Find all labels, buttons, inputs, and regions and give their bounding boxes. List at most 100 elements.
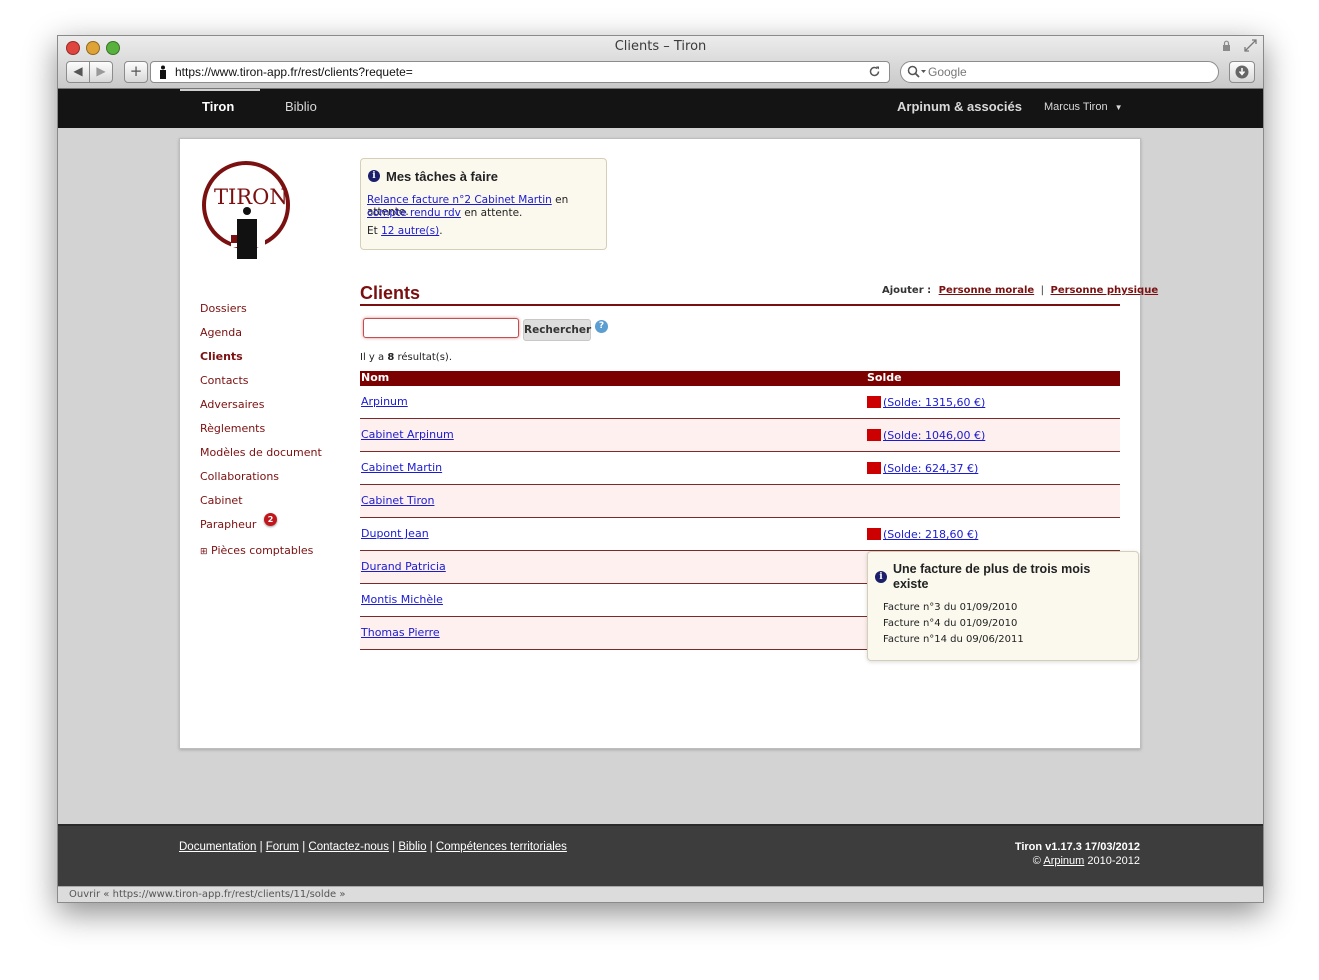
address-bar[interactable]: https://www.tiron-app.fr/rest/clients?re… bbox=[150, 61, 890, 83]
solde-cell: (Solde: 1315,60 €) bbox=[867, 396, 985, 409]
main-content: TIRON Dossiers Agenda Clients Contacts A… bbox=[179, 138, 1158, 749]
svg-text:TIRON: TIRON bbox=[214, 185, 288, 209]
table-row: Cabinet Martin (Solde: 624,37 €) bbox=[360, 452, 1120, 485]
table-row: Dupont Jean (Solde: 218,60 €) bbox=[360, 518, 1120, 551]
tooltip-line: Facture n°14 du 09/06/2011 bbox=[883, 634, 1024, 645]
task-others-prefix: Et bbox=[367, 225, 382, 237]
sidebar-item-adversaires[interactable]: Adversaires bbox=[200, 398, 264, 411]
firm-name[interactable]: Arpinum & associés bbox=[897, 89, 1022, 128]
solde-link[interactable]: (Solde: 624,37 €) bbox=[883, 462, 978, 475]
footer-separator: | bbox=[429, 841, 433, 853]
column-nom: Nom bbox=[361, 371, 390, 384]
client-link[interactable]: Durand Patricia bbox=[361, 560, 446, 573]
sidebar-item-parapheur[interactable]: Parapheur bbox=[200, 518, 256, 531]
lock-icon bbox=[1223, 40, 1230, 51]
client-link[interactable]: Cabinet Tiron bbox=[361, 494, 434, 507]
fullscreen-icon[interactable] bbox=[1244, 39, 1257, 52]
footer-link-contact[interactable]: Contactez-nous bbox=[308, 841, 389, 853]
status-text: Ouvrir « https://www.tiron-app.fr/rest/c… bbox=[69, 889, 346, 900]
copyright-years: 2010-2012 bbox=[1087, 855, 1140, 867]
add-personne-morale-link[interactable]: Personne morale bbox=[939, 285, 1035, 296]
page-footer: Documentation | Forum | Contactez-nous |… bbox=[58, 824, 1263, 890]
task-line-3: Et 12 autre(s). bbox=[367, 225, 443, 237]
add-personne-physique-link[interactable]: Personne physique bbox=[1051, 285, 1159, 296]
reload-icon[interactable] bbox=[868, 65, 881, 78]
copyright-link[interactable]: Arpinum bbox=[1043, 855, 1084, 867]
downloads-button[interactable] bbox=[1229, 61, 1255, 83]
solde-link[interactable]: (Solde: 218,60 €) bbox=[883, 528, 978, 541]
user-name: Marcus Tiron bbox=[1044, 101, 1108, 113]
solde-cell: (Solde: 624,37 €) bbox=[867, 462, 978, 475]
sidebar-item-reglements[interactable]: Règlements bbox=[200, 422, 265, 435]
new-tab-button[interactable]: + bbox=[124, 61, 148, 83]
url-text: https://www.tiron-app.fr/rest/clients?re… bbox=[175, 65, 413, 79]
status-bar: Ouvrir « https://www.tiron-app.fr/rest/c… bbox=[58, 886, 1263, 902]
sidebar-item-contacts[interactable]: Contacts bbox=[200, 374, 249, 387]
add-separator: | bbox=[1040, 285, 1045, 296]
browser-window: Clients – Tiron ◀ ▶ + https://www.tiron-… bbox=[57, 35, 1264, 903]
solde-link[interactable]: (Solde: 1315,60 €) bbox=[883, 396, 985, 409]
tooltip-line: Facture n°3 du 01/09/2010 bbox=[883, 602, 1018, 613]
table-row: Cabinet Tiron bbox=[360, 485, 1120, 518]
overdue-flag bbox=[867, 429, 881, 441]
forward-button[interactable]: ▶ bbox=[89, 61, 113, 83]
title-bar: Clients – Tiron ◀ ▶ + https://www.tiron-… bbox=[58, 36, 1263, 89]
window-title: Clients – Tiron bbox=[614, 39, 707, 54]
download-icon bbox=[1235, 65, 1249, 79]
footer-links: Documentation | Forum | Contactez-nous |… bbox=[179, 841, 567, 853]
expand-icon: ⊞ bbox=[200, 547, 208, 557]
search-icon bbox=[907, 65, 926, 78]
overdue-flag bbox=[867, 528, 881, 540]
tab-biblio[interactable]: Biblio bbox=[285, 89, 317, 128]
client-link[interactable]: Dupont Jean bbox=[361, 527, 429, 540]
tab-tiron[interactable]: Tiron bbox=[202, 89, 234, 128]
user-menu[interactable]: Marcus Tiron ▼ bbox=[1044, 89, 1123, 128]
client-search-input[interactable] bbox=[363, 318, 519, 338]
back-button[interactable]: ◀ bbox=[66, 61, 90, 83]
parapheur-badge: 2 bbox=[264, 513, 277, 526]
client-link[interactable]: Montis Michèle bbox=[361, 593, 443, 606]
tooltip-title: Une facture de plus de trois mois existe bbox=[893, 562, 1091, 591]
sidebar-item-dossiers[interactable]: Dossiers bbox=[200, 302, 247, 315]
task-link-others[interactable]: 12 autre(s) bbox=[381, 225, 439, 237]
solde-link[interactable]: (Solde: 1046,00 €) bbox=[883, 429, 985, 442]
sidebar-item-pieces-comptables[interactable]: ⊞ Pièces comptables bbox=[200, 544, 313, 557]
sidebar-item-agenda[interactable]: Agenda bbox=[200, 326, 242, 339]
client-link[interactable]: Cabinet Arpinum bbox=[361, 428, 454, 441]
sidebar-item-collaborations[interactable]: Collaborations bbox=[200, 470, 279, 483]
footer-separator: | bbox=[302, 841, 306, 853]
tasks-title: Mes tâches à faire bbox=[386, 169, 499, 184]
sidebar-item-clients[interactable]: Clients bbox=[200, 350, 243, 363]
footer-link-forum[interactable]: Forum bbox=[266, 841, 299, 853]
version-info: Tiron v1.17.3 17/03/2012 bbox=[1014, 841, 1140, 853]
tooltip-line: Facture n°4 du 01/09/2010 bbox=[883, 618, 1018, 629]
footer-link-competences[interactable]: Compétences territoriales bbox=[436, 841, 567, 853]
caret-down-icon: ▼ bbox=[1114, 103, 1123, 112]
result-suffix: résultat(s). bbox=[394, 352, 452, 363]
table-row: Arpinum (Solde: 1315,60 €) bbox=[360, 386, 1120, 419]
sidebar-item-cabinet[interactable]: Cabinet bbox=[200, 494, 243, 507]
result-prefix: Il y a bbox=[360, 352, 388, 363]
info-icon: i bbox=[875, 571, 887, 583]
top-navigation: Tiron Biblio Arpinum & associés Marcus T… bbox=[58, 89, 1263, 128]
sidebar-item-modeles[interactable]: Modèles de document bbox=[200, 446, 322, 459]
title-divider bbox=[360, 304, 1120, 306]
overdue-flag bbox=[867, 462, 881, 474]
overdue-invoice-tooltip: i Une facture de plus de trois mois exis… bbox=[867, 551, 1139, 661]
result-count: Il y a 8 résultat(s). bbox=[360, 352, 452, 363]
table-header: Nom Solde bbox=[360, 371, 1120, 386]
client-link[interactable]: Arpinum bbox=[361, 395, 408, 408]
help-icon[interactable]: ? bbox=[595, 320, 608, 333]
client-link[interactable]: Cabinet Martin bbox=[361, 461, 442, 474]
task-link-relance[interactable]: Relance facture n°2 Cabinet Martin bbox=[367, 194, 552, 206]
search-field[interactable]: Google bbox=[900, 61, 1219, 83]
search-button[interactable]: Rechercher bbox=[523, 319, 591, 341]
client-link[interactable]: Thomas Pierre bbox=[361, 626, 440, 639]
site-identity-icon bbox=[160, 65, 166, 79]
footer-link-biblio[interactable]: Biblio bbox=[398, 841, 426, 853]
overdue-flag bbox=[867, 396, 881, 408]
table-row: Cabinet Arpinum (Solde: 1046,00 €) bbox=[360, 419, 1120, 452]
task-link-compte-rendu[interactable]: compte rendu rdv bbox=[367, 207, 461, 219]
footer-link-documentation[interactable]: Documentation bbox=[179, 841, 256, 853]
footer-separator: | bbox=[392, 841, 396, 853]
